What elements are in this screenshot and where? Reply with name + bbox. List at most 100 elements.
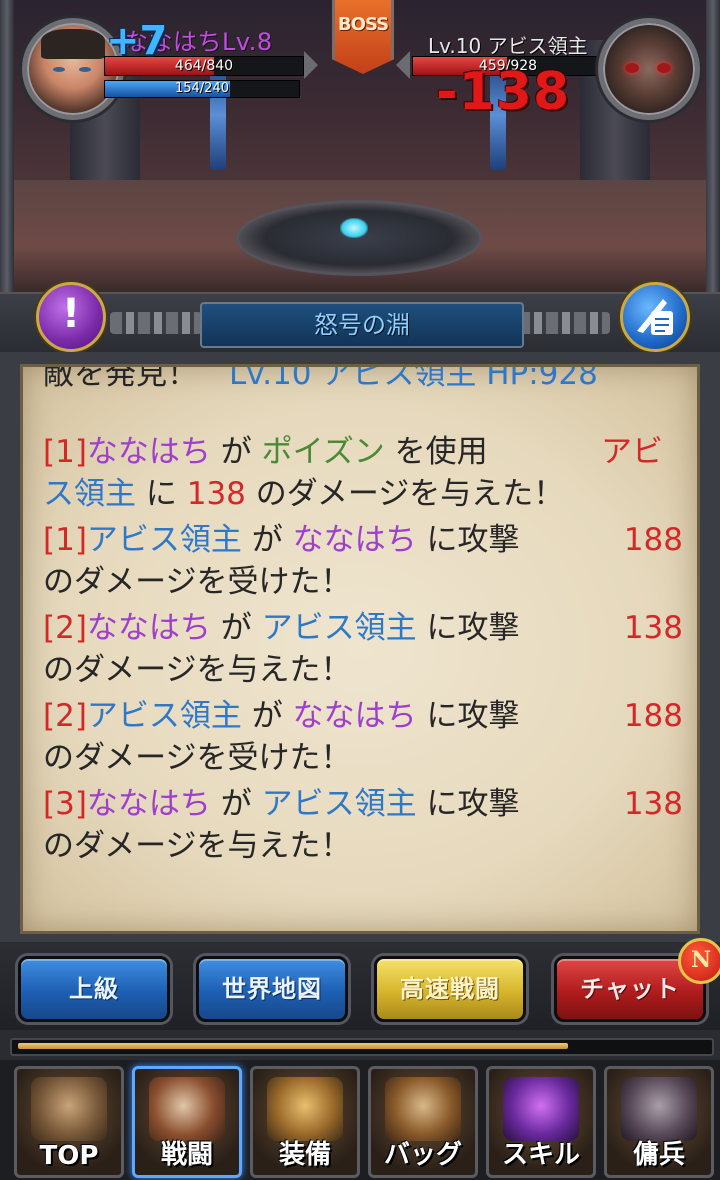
log-text: が: [241, 522, 293, 558]
log-actor: アビス領主: [86, 522, 242, 558]
nav-bag[interactable]: バッグ: [368, 1066, 478, 1178]
log-entry-cont: のダメージを与えた！: [43, 825, 683, 867]
log-entry-cont: のダメージを受けた！: [43, 561, 683, 603]
nav-label: バッグ: [383, 1140, 462, 1170]
log-target: アビス領主: [261, 610, 417, 646]
boss-banner: BOSS: [332, 0, 394, 74]
nav-skill[interactable]: スキル: [486, 1066, 596, 1178]
nav-equipment[interactable]: 装備: [250, 1066, 360, 1178]
progress-area: [0, 1030, 720, 1060]
advanced-button[interactable]: 上級: [18, 956, 170, 1022]
player-mp-text: 154/240: [174, 81, 229, 96]
player-mp-bar: 154/240: [104, 80, 300, 98]
chain-decoration: [110, 312, 202, 334]
log-actor: ななはち: [86, 786, 211, 822]
helmet-shrine-icon: [31, 1077, 107, 1141]
log-text: が: [210, 786, 262, 822]
log-damage: 138: [186, 476, 246, 512]
crystal-glow-icon: [340, 218, 368, 238]
log-text: に攻撃: [416, 786, 520, 822]
eye: [625, 63, 639, 73]
log-entry: [1]ななはち が ポイズン を使用 アビ: [43, 431, 683, 473]
log-damage: 138: [623, 610, 683, 646]
log-text: のダメージを受けた！: [43, 564, 352, 600]
eye: [79, 67, 91, 72]
chat-new-badge: N: [678, 938, 720, 984]
log-target: ななはち: [292, 698, 417, 734]
log-text: 敵を発見！: [43, 367, 198, 392]
log-target: ななはち: [292, 522, 417, 558]
nav-mercenary[interactable]: 傭兵: [604, 1066, 714, 1178]
fast-battle-button[interactable]: 高速戦闘: [374, 956, 526, 1022]
heal-popup: +7: [106, 18, 168, 64]
log-text: が: [210, 434, 262, 470]
boss-label: BOSS: [337, 14, 389, 35]
log-tag: [3]: [43, 786, 87, 822]
log-actor: ななはち: [86, 610, 211, 646]
battle-progress-fill: [18, 1043, 569, 1049]
log-skill: ポイズン: [261, 434, 385, 470]
magic-dais: [236, 200, 482, 276]
log-text: のダメージを受けた！: [43, 740, 352, 776]
nav-battle[interactable]: 戦闘: [132, 1066, 242, 1178]
chain-decoration: [518, 312, 610, 334]
log-entry-cont: のダメージを与えた！: [43, 649, 683, 691]
damage-popup: -138: [436, 62, 571, 122]
quill-notes-icon: [620, 282, 690, 352]
spellbook-icon: [503, 1077, 579, 1141]
bottom-nav: TOP 戦闘 装備 バッグ スキル 傭兵: [0, 1060, 720, 1180]
eye: [53, 67, 65, 72]
battle-progress-bar: [10, 1038, 714, 1056]
log-damage: 188: [623, 522, 683, 558]
stained-window: [210, 60, 226, 170]
log-text: のダメージを与えた！: [245, 476, 565, 512]
quest-log-button[interactable]: [610, 272, 694, 356]
log-tag: [2]: [43, 698, 87, 734]
frame-left: [0, 0, 14, 292]
log-target: ス領主: [43, 476, 136, 512]
world-map-button[interactable]: 世界地図: [196, 956, 348, 1022]
demon-helmet-icon: [621, 1077, 697, 1141]
nav-label: 戦闘: [160, 1140, 213, 1170]
log-tag: [1]: [43, 434, 87, 470]
hair: [41, 29, 105, 59]
exclamation-icon: !: [36, 282, 106, 352]
log-actor: ななはち: [86, 434, 211, 470]
crossed-swords-icon: [149, 1077, 225, 1141]
log-target: アビ: [601, 434, 663, 470]
arrow-icon: [396, 51, 410, 79]
log-damage: 138: [623, 786, 683, 822]
nav-label: 傭兵: [632, 1140, 685, 1170]
battle-log-frame: 敵を発見！ Lv.10 アビス領主 HP:928 [1]ななはち が ポイズン …: [0, 352, 720, 942]
nav-top[interactable]: TOP: [14, 1066, 124, 1178]
log-actor: アビス領主: [86, 698, 242, 734]
log-text: のダメージを与えた！: [43, 828, 352, 864]
log-tag: [2]: [43, 610, 87, 646]
armor-icon: [267, 1077, 343, 1141]
log-text: のダメージを与えた！: [43, 652, 352, 688]
log-target: アビス領主: [261, 786, 417, 822]
battle-log[interactable]: 敵を発見！ Lv.10 アビス領主 HP:928 [1]ななはち が ポイズン …: [20, 364, 700, 934]
arrow-icon: [304, 51, 318, 79]
skull-bag-icon: [385, 1077, 461, 1141]
log-line-partial: 敵を発見！ Lv.10 アビス領主 HP:928: [43, 367, 683, 397]
log-text: に攻撃: [416, 522, 520, 558]
log-text: に攻撃: [416, 698, 520, 734]
log-text: が: [241, 698, 293, 734]
enemy-portrait[interactable]: [598, 18, 700, 120]
nav-label: 装備: [278, 1140, 331, 1170]
log-entry: [3]ななはち が アビス領主 に攻撃 138: [43, 783, 683, 825]
log-text: を使用: [384, 434, 519, 470]
log-text: に攻撃: [416, 610, 520, 646]
log-text: が: [210, 610, 262, 646]
log-entry-cont: のダメージを受けた！: [43, 737, 683, 779]
log-damage: 188: [623, 698, 683, 734]
action-button-row: 上級 世界地図 高速戦闘 チャット: [0, 942, 720, 1030]
nav-label: スキル: [501, 1140, 580, 1170]
enemy-name: Lv.10 アビス領主: [428, 34, 588, 58]
log-entry-cont: ス領主 に 138 のダメージを与えた！: [43, 473, 683, 515]
alert-button[interactable]: !: [26, 272, 110, 356]
frame-right: [706, 0, 720, 292]
eye: [657, 63, 671, 73]
location-title: 怒号の淵: [200, 302, 524, 348]
